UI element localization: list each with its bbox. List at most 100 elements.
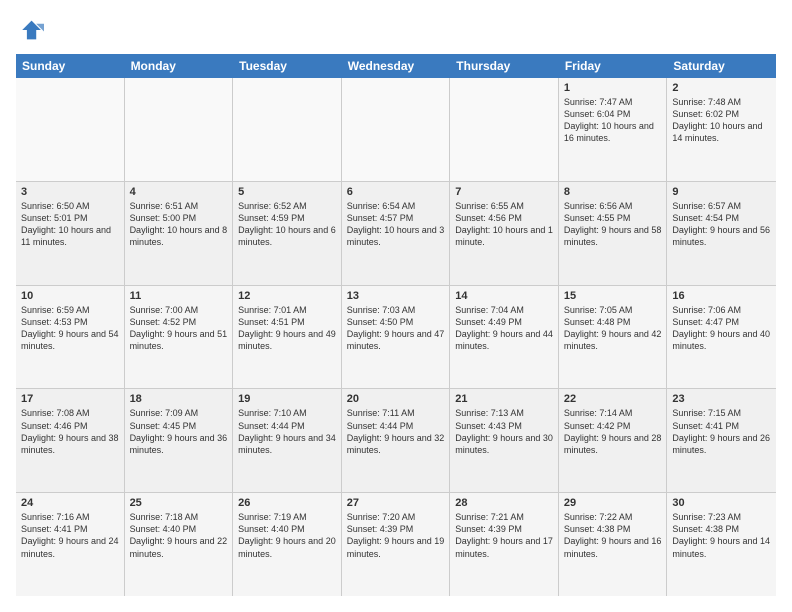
day-number: 1	[564, 82, 662, 94]
day-detail: Sunrise: 7:08 AM Sunset: 4:46 PM Dayligh…	[21, 407, 119, 456]
day-number: 13	[347, 290, 445, 302]
day-cell-25: 25 Sunrise: 7:18 AM Sunset: 4:40 PM Dayli…	[125, 493, 234, 596]
day-detail: Sunrise: 6:57 AM Sunset: 4:54 PM Dayligh…	[672, 200, 771, 249]
header-day-saturday: Saturday	[667, 54, 776, 78]
day-cell-11: 11 Sunrise: 7:00 AM Sunset: 4:52 PM Dayli…	[125, 286, 234, 389]
calendar-body: 1 Sunrise: 7:47 AM Sunset: 6:04 PM Daylig…	[16, 78, 776, 596]
day-number: 11	[130, 290, 228, 302]
day-number: 17	[21, 393, 119, 405]
logo-icon	[16, 16, 44, 44]
empty-cell	[233, 78, 342, 181]
header	[16, 16, 776, 44]
day-cell-19: 19 Sunrise: 7:10 AM Sunset: 4:44 PM Dayli…	[233, 389, 342, 492]
calendar-week-1: 1 Sunrise: 7:47 AM Sunset: 6:04 PM Daylig…	[16, 78, 776, 182]
day-cell-18: 18 Sunrise: 7:09 AM Sunset: 4:45 PM Dayli…	[125, 389, 234, 492]
day-number: 14	[455, 290, 553, 302]
page: SundayMondayTuesdayWednesdayThursdayFrid…	[0, 0, 792, 612]
day-cell-16: 16 Sunrise: 7:06 AM Sunset: 4:47 PM Dayli…	[667, 286, 776, 389]
day-cell-2: 2Sunrise: 7:48 AM Sunset: 6:02 PM Daylig…	[667, 78, 776, 181]
day-detail: Sunrise: 7:11 AM Sunset: 4:44 PM Dayligh…	[347, 407, 445, 456]
day-number: 15	[564, 290, 662, 302]
day-number: 25	[130, 497, 228, 509]
day-detail: Sunrise: 7:47 AM Sunset: 6:04 PM Dayligh…	[564, 96, 662, 145]
day-number: 10	[21, 290, 119, 302]
day-detail: Sunrise: 7:04 AM Sunset: 4:49 PM Dayligh…	[455, 304, 553, 353]
day-number: 27	[347, 497, 445, 509]
day-number: 3	[21, 186, 119, 198]
day-number: 5	[238, 186, 336, 198]
day-number: 19	[238, 393, 336, 405]
day-detail: Sunrise: 6:50 AM Sunset: 5:01 PM Dayligh…	[21, 200, 119, 249]
day-number: 6	[347, 186, 445, 198]
day-detail: Sunrise: 6:55 AM Sunset: 4:56 PM Dayligh…	[455, 200, 553, 249]
day-cell-6: 6 Sunrise: 6:54 AM Sunset: 4:57 PM Daylig…	[342, 182, 451, 285]
day-number: 28	[455, 497, 553, 509]
day-cell-10: 10 Sunrise: 6:59 AM Sunset: 4:53 PM Dayli…	[16, 286, 125, 389]
day-detail: Sunrise: 6:59 AM Sunset: 4:53 PM Dayligh…	[21, 304, 119, 353]
day-number: 24	[21, 497, 119, 509]
day-cell-22: 22 Sunrise: 7:14 AM Sunset: 4:42 PM Dayli…	[559, 389, 668, 492]
day-number: 2	[672, 82, 771, 94]
calendar: SundayMondayTuesdayWednesdayThursdayFrid…	[16, 54, 776, 596]
header-day-friday: Friday	[559, 54, 668, 78]
day-cell-3: 3 Sunrise: 6:50 AM Sunset: 5:01 PM Daylig…	[16, 182, 125, 285]
day-cell-28: 28 Sunrise: 7:21 AM Sunset: 4:39 PM Dayli…	[450, 493, 559, 596]
day-number: 26	[238, 497, 336, 509]
calendar-header-row: SundayMondayTuesdayWednesdayThursdayFrid…	[16, 54, 776, 78]
day-detail: Sunrise: 7:20 AM Sunset: 4:39 PM Dayligh…	[347, 511, 445, 560]
day-cell-30: 30 Sunrise: 7:23 AM Sunset: 4:38 PM Dayli…	[667, 493, 776, 596]
logo	[16, 16, 48, 44]
day-detail: Sunrise: 7:14 AM Sunset: 4:42 PM Dayligh…	[564, 407, 662, 456]
day-cell-23: 23 Sunrise: 7:15 AM Sunset: 4:41 PM Dayli…	[667, 389, 776, 492]
day-number: 20	[347, 393, 445, 405]
day-detail: Sunrise: 7:06 AM Sunset: 4:47 PM Dayligh…	[672, 304, 771, 353]
day-detail: Sunrise: 7:19 AM Sunset: 4:40 PM Dayligh…	[238, 511, 336, 560]
day-number: 30	[672, 497, 771, 509]
empty-cell	[450, 78, 559, 181]
day-number: 23	[672, 393, 771, 405]
day-detail: Sunrise: 7:21 AM Sunset: 4:39 PM Dayligh…	[455, 511, 553, 560]
day-detail: Sunrise: 7:00 AM Sunset: 4:52 PM Dayligh…	[130, 304, 228, 353]
day-detail: Sunrise: 7:05 AM Sunset: 4:48 PM Dayligh…	[564, 304, 662, 353]
header-day-thursday: Thursday	[450, 54, 559, 78]
day-detail: Sunrise: 7:10 AM Sunset: 4:44 PM Dayligh…	[238, 407, 336, 456]
day-detail: Sunrise: 7:23 AM Sunset: 4:38 PM Dayligh…	[672, 511, 771, 560]
day-cell-4: 4 Sunrise: 6:51 AM Sunset: 5:00 PM Daylig…	[125, 182, 234, 285]
day-detail: Sunrise: 7:18 AM Sunset: 4:40 PM Dayligh…	[130, 511, 228, 560]
day-detail: Sunrise: 7:15 AM Sunset: 4:41 PM Dayligh…	[672, 407, 771, 456]
header-day-monday: Monday	[125, 54, 234, 78]
day-detail: Sunrise: 7:09 AM Sunset: 4:45 PM Dayligh…	[130, 407, 228, 456]
day-number: 16	[672, 290, 771, 302]
day-number: 9	[672, 186, 771, 198]
day-cell-29: 29 Sunrise: 7:22 AM Sunset: 4:38 PM Dayli…	[559, 493, 668, 596]
calendar-week-4: 17 Sunrise: 7:08 AM Sunset: 4:46 PM Dayli…	[16, 389, 776, 493]
day-detail: Sunrise: 6:52 AM Sunset: 4:59 PM Dayligh…	[238, 200, 336, 249]
calendar-week-5: 24Sunrise: 7:16 AM Sunset: 4:41 PM Dayli…	[16, 493, 776, 596]
day-cell-15: 15 Sunrise: 7:05 AM Sunset: 4:48 PM Dayli…	[559, 286, 668, 389]
day-number: 4	[130, 186, 228, 198]
day-number: 21	[455, 393, 553, 405]
day-cell-14: 14 Sunrise: 7:04 AM Sunset: 4:49 PM Dayli…	[450, 286, 559, 389]
day-number: 29	[564, 497, 662, 509]
calendar-week-2: 3 Sunrise: 6:50 AM Sunset: 5:01 PM Daylig…	[16, 182, 776, 286]
header-day-tuesday: Tuesday	[233, 54, 342, 78]
day-cell-21: 21 Sunrise: 7:13 AM Sunset: 4:43 PM Dayli…	[450, 389, 559, 492]
day-detail: Sunrise: 7:22 AM Sunset: 4:38 PM Dayligh…	[564, 511, 662, 560]
day-number: 18	[130, 393, 228, 405]
empty-cell	[125, 78, 234, 181]
day-number: 12	[238, 290, 336, 302]
day-detail: Sunrise: 6:51 AM Sunset: 5:00 PM Dayligh…	[130, 200, 228, 249]
day-cell-27: 27 Sunrise: 7:20 AM Sunset: 4:39 PM Dayli…	[342, 493, 451, 596]
calendar-week-3: 10 Sunrise: 6:59 AM Sunset: 4:53 PM Dayli…	[16, 286, 776, 390]
day-number: 8	[564, 186, 662, 198]
day-cell-1: 1 Sunrise: 7:47 AM Sunset: 6:04 PM Daylig…	[559, 78, 668, 181]
day-detail: Sunrise: 7:13 AM Sunset: 4:43 PM Dayligh…	[455, 407, 553, 456]
day-detail: Sunrise: 7:03 AM Sunset: 4:50 PM Dayligh…	[347, 304, 445, 353]
day-detail: Sunrise: 7:01 AM Sunset: 4:51 PM Dayligh…	[238, 304, 336, 353]
day-number: 22	[564, 393, 662, 405]
day-cell-7: 7Sunrise: 6:55 AM Sunset: 4:56 PM Daylig…	[450, 182, 559, 285]
day-cell-12: 12 Sunrise: 7:01 AM Sunset: 4:51 PM Dayli…	[233, 286, 342, 389]
day-detail: Sunrise: 6:56 AM Sunset: 4:55 PM Dayligh…	[564, 200, 662, 249]
day-cell-26: 26 Sunrise: 7:19 AM Sunset: 4:40 PM Dayli…	[233, 493, 342, 596]
day-detail: Sunrise: 6:54 AM Sunset: 4:57 PM Dayligh…	[347, 200, 445, 249]
